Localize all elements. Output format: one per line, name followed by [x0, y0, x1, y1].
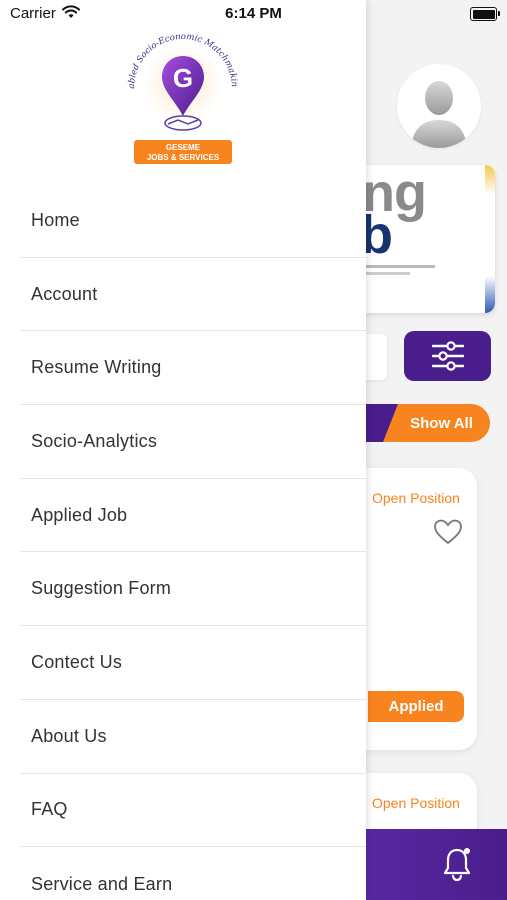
geseme-logo: Geo-Enabled Socio-Economic Matchmaking E… [120, 19, 242, 168]
bell-icon[interactable] [440, 846, 474, 887]
svg-text:GESEME: GESEME [166, 143, 201, 152]
menu-item-resume-writing[interactable]: Resume Writing [20, 331, 366, 406]
sliders-icon [431, 341, 464, 371]
applied-button[interactable]: Applied [368, 691, 464, 722]
job-status-label: Open Position [372, 795, 460, 811]
svg-text:G: G [173, 63, 193, 93]
menu-item-socio-analytics[interactable]: Socio-Analytics [20, 405, 366, 479]
side-drawer: Geo-Enabled Socio-Economic Matchmaking E… [0, 0, 366, 900]
banner-accent-stripe [485, 165, 495, 313]
clock: 6:14 PM [225, 5, 282, 22]
menu-item-contact-us[interactable]: Contect Us [20, 626, 366, 700]
menu-item-faq[interactable]: FAQ [20, 774, 366, 848]
menu-item-applied-job[interactable]: Applied Job [20, 479, 366, 553]
drawer-menu: Home Account Resume Writing Socio-Analyt… [20, 184, 366, 900]
filter-button[interactable] [404, 331, 491, 381]
banner-fine-print [365, 265, 475, 275]
profile-avatar[interactable] [397, 64, 481, 148]
svg-text:JOBS & SERVICES: JOBS & SERVICES [147, 153, 220, 162]
job-status-label: Open Position [372, 490, 460, 506]
menu-item-service-and-earn[interactable]: Service and Earn [20, 847, 366, 900]
menu-item-home[interactable]: Home [20, 184, 366, 258]
battery-icon [470, 7, 500, 21]
user-silhouette-icon [411, 81, 467, 148]
show-all-button[interactable]: Show All [383, 404, 490, 442]
menu-item-account[interactable]: Account [20, 258, 366, 332]
heart-icon[interactable] [433, 518, 463, 551]
menu-item-about-us[interactable]: About Us [20, 700, 366, 774]
menu-item-suggestion-form[interactable]: Suggestion Form [20, 552, 366, 627]
status-bar: Carrier 6:14 PM [0, 0, 507, 28]
